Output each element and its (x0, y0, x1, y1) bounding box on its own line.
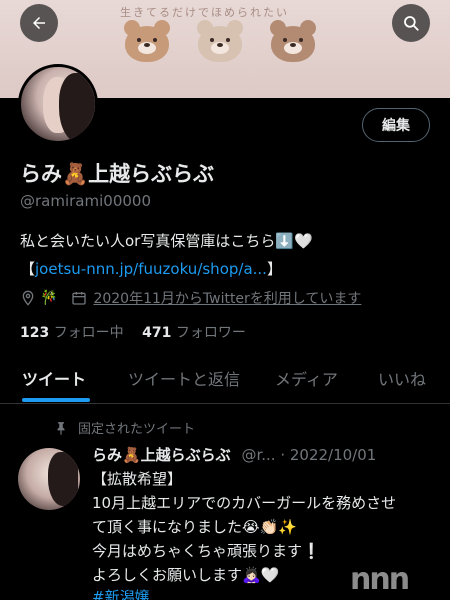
tweet-text-line: 今月はめちゃくちゃ頑張ります❕ (92, 542, 321, 560)
bracket-close: 】 (266, 260, 282, 278)
edit-profile-button[interactable]: 編集 (362, 108, 430, 142)
bio-link[interactable]: joetsu-nnn.jp/fuuzoku/shop/a... (35, 260, 267, 278)
banner-caption: 生きてるだけでほめられたい (120, 6, 289, 19)
profile-handle: @ramirami00000 (20, 192, 151, 210)
profile-meta: 🎋 2020年11月からTwitterを利用しています (20, 288, 361, 308)
tweet-text-line: 10月上越エリアでのカバーガールを務めさせ (92, 494, 397, 512)
profile-bio: 私と会いたい人or写真保管庫はこちら⬇️🤍 (20, 232, 313, 250)
back-button[interactable] (20, 4, 58, 42)
bear-illustration (268, 20, 318, 64)
bracket-open: 【 (20, 260, 36, 278)
location-icon (22, 290, 34, 306)
tab-tweets-and-replies[interactable]: ツイートと返信 (128, 366, 240, 390)
tweet-hashtag[interactable]: #新潟嬢 (92, 586, 150, 600)
arrow-left-icon (33, 17, 45, 29)
tweet-header: らみ🧸上越らぶらぶ @r... · 2022/10/01 (92, 444, 376, 465)
following-link[interactable]: 123 フォロー中 (20, 325, 124, 341)
active-tab-indicator (22, 398, 90, 402)
tweet-handle-date: @r... · 2022/10/01 (241, 446, 377, 464)
bear-illustration (195, 20, 245, 64)
tweet-text-line: よろしくお願いします🙇🏻‍♀️🤍 (92, 566, 280, 584)
tab-likes[interactable]: いいね (378, 366, 426, 390)
follow-stats: 123 フォロー中 471 フォロワー (20, 322, 246, 342)
calendar-icon (72, 292, 87, 305)
tweet-avatar[interactable] (18, 448, 80, 510)
search-button[interactable] (392, 4, 430, 42)
tab-tweets[interactable]: ツイート (22, 366, 86, 390)
bear-illustration (122, 20, 172, 64)
bio-link-line: 【joetsu-nnn.jp/fuuzoku/shop/a...】 (20, 258, 282, 279)
location-emoji: 🎋 (40, 290, 58, 306)
search-icon (404, 16, 419, 31)
joined-date: 2020年11月からTwitterを利用しています (93, 291, 362, 307)
avatar[interactable] (18, 64, 98, 144)
tab-media[interactable]: メディア (275, 366, 338, 390)
pinned-label: 固定されたツイート (57, 418, 195, 437)
profile-name: らみ🧸上越らぶらぶ (20, 162, 215, 186)
pin-icon (57, 421, 65, 435)
tweet-author[interactable]: らみ🧸上越らぶらぶ (92, 446, 231, 464)
tweet-text-line: て頂く事になりました😭👏🏻✨ (92, 518, 297, 536)
followers-link[interactable]: 471 フォロワー (142, 325, 246, 341)
tweet-text-line: 【拡散希望】 (92, 470, 183, 488)
watermark-logo: nnn (350, 562, 410, 597)
